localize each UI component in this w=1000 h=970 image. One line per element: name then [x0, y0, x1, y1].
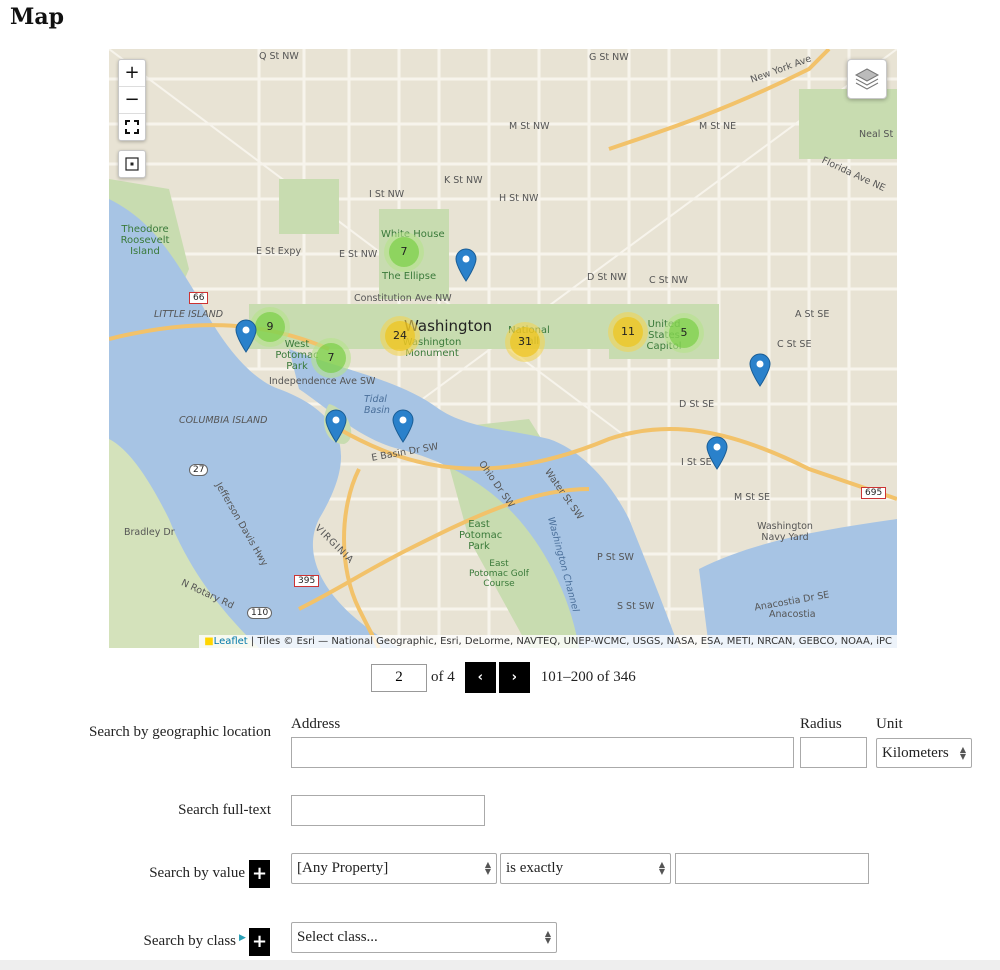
map-label-golf-course: East Potomac Golf Course: [469, 559, 529, 589]
map-label-a-st-se: A St SE: [795, 309, 830, 320]
map-cluster[interactable]: 5: [664, 313, 704, 353]
unit-label: Unit: [876, 716, 903, 732]
map-label-q-st-nw: Q St NW: [259, 51, 299, 62]
map-cluster[interactable]: 11: [608, 312, 648, 352]
map-label-e-st-expy: E St Expy: [256, 246, 302, 257]
map-label-east-potomac-park: East Potomac Park: [459, 519, 503, 552]
add-class-button[interactable]: +: [249, 928, 270, 956]
map-label-e-st-nw: E St NW: [339, 249, 378, 260]
map-label-ellipse: The Ellipse: [382, 271, 437, 282]
radius-input[interactable]: [800, 737, 867, 768]
property-select[interactable]: [Any Property] ▲ ▼: [291, 853, 497, 884]
fulltext-label: Search full-text: [178, 802, 271, 818]
class-search-label: Search by class: [143, 933, 236, 949]
route-395-shield: 395: [294, 575, 320, 587]
select-arrows-icon: ▲ ▼: [658, 860, 665, 876]
geo-search-label: Search by geographic location: [88, 724, 271, 740]
map-label-bradley-dr: Bradley Dr: [124, 527, 175, 538]
zoom-control: + −: [118, 59, 146, 141]
map-label-h-st-nw: H St NW: [499, 193, 539, 204]
page-title: Map: [10, 4, 64, 30]
operator-select[interactable]: is exactly ▲ ▼: [500, 853, 671, 884]
map-label-i-st-nw: I St NW: [369, 189, 405, 200]
bottom-divider: [0, 960, 1000, 970]
map-label-m-st-nw: M St NW: [509, 121, 550, 132]
map-label-d-st-se: D St SE: [679, 399, 715, 410]
zoom-in-button[interactable]: +: [119, 60, 145, 87]
map-label-c-st-nw: C St NW: [649, 275, 688, 286]
map-cluster[interactable]: 7: [384, 232, 424, 272]
address-label: Address: [291, 716, 341, 732]
map-cluster[interactable]: 7: [311, 338, 351, 378]
map-label-p-st-sw: P St SW: [597, 552, 634, 563]
map-marker-icon[interactable]: [455, 248, 477, 282]
caret-right-icon[interactable]: ▶: [239, 933, 246, 943]
map-label-navy-yard: Washington Navy Yard: [757, 521, 813, 543]
map[interactable]: Washington White House The Ellipse Washi…: [109, 49, 897, 648]
box-select-icon[interactable]: [118, 150, 146, 178]
map-label-s-st-sw: S St SW: [617, 601, 655, 612]
leaflet-link[interactable]: Leaflet: [214, 636, 248, 647]
route-27-shield: 27: [189, 464, 209, 476]
select-arrows-icon: ▲ ▼: [484, 860, 491, 876]
route-110-shield: 110: [247, 607, 273, 619]
map-cluster[interactable]: 24: [380, 316, 420, 356]
map-label-d-st-nw: D St NW: [587, 272, 627, 283]
map-marker-icon[interactable]: [392, 409, 414, 443]
map-marker-icon[interactable]: [749, 353, 771, 387]
map-label-g-st-nw: G St NW: [589, 52, 629, 63]
map-marker-icon[interactable]: [325, 409, 347, 443]
map-label-m-st-se: M St SE: [734, 492, 771, 503]
map-marker-icon[interactable]: [706, 436, 728, 470]
prev-page-button[interactable]: ‹: [464, 662, 496, 693]
page-number-input[interactable]: [371, 663, 427, 692]
pagination: of 4 ‹ › 101–200 of 346: [371, 662, 636, 693]
map-label-anacostia: Anacostia: [769, 609, 816, 620]
address-input[interactable]: [291, 737, 794, 768]
fulltext-input[interactable]: [291, 795, 485, 826]
next-page-button[interactable]: ›: [498, 662, 530, 693]
layers-icon[interactable]: [847, 59, 887, 99]
map-label-theodore-roosevelt-island: Theodore Roosevelt Island: [120, 224, 170, 257]
select-arrows-icon: ▲ ▼: [544, 929, 551, 945]
class-select[interactable]: Select class... ▲ ▼: [291, 922, 557, 953]
map-label-independence-ave: Independence Ave SW: [269, 376, 376, 387]
map-attribution: ■Leaflet | Tiles © Esri — National Geogr…: [199, 635, 897, 648]
map-marker-icon[interactable]: [235, 319, 257, 353]
map-label-columbia-island: COLUMBIA ISLAND: [179, 415, 268, 426]
map-label-m-st-ne: M St NE: [699, 121, 737, 132]
page-count-text: of 4: [431, 669, 455, 685]
unit-select[interactable]: Kilometers ▲ ▼: [876, 738, 972, 768]
radius-label: Radius: [800, 716, 842, 732]
fullscreen-icon[interactable]: [119, 114, 145, 140]
route-695-shield: 695: [861, 487, 887, 499]
value-input[interactable]: [675, 853, 869, 884]
results-range: 101–200 of 346: [540, 669, 636, 685]
map-cluster[interactable]: 31: [505, 322, 545, 362]
zoom-out-button[interactable]: −: [119, 87, 145, 114]
value-search-label: Search by value: [149, 865, 245, 881]
route-66-shield: 66: [189, 292, 209, 304]
map-label-k-st-nw: K St NW: [444, 175, 483, 186]
map-label-little-island: LITTLE ISLAND: [154, 309, 224, 320]
select-arrows-icon: ▲ ▼: [959, 745, 966, 761]
map-label-neal-st: Neal St NE: [859, 129, 897, 140]
map-label-c-st-se: C St SE: [777, 339, 812, 350]
map-label-constitution-ave: Constitution Ave NW: [354, 293, 452, 304]
add-value-button[interactable]: +: [249, 860, 270, 888]
